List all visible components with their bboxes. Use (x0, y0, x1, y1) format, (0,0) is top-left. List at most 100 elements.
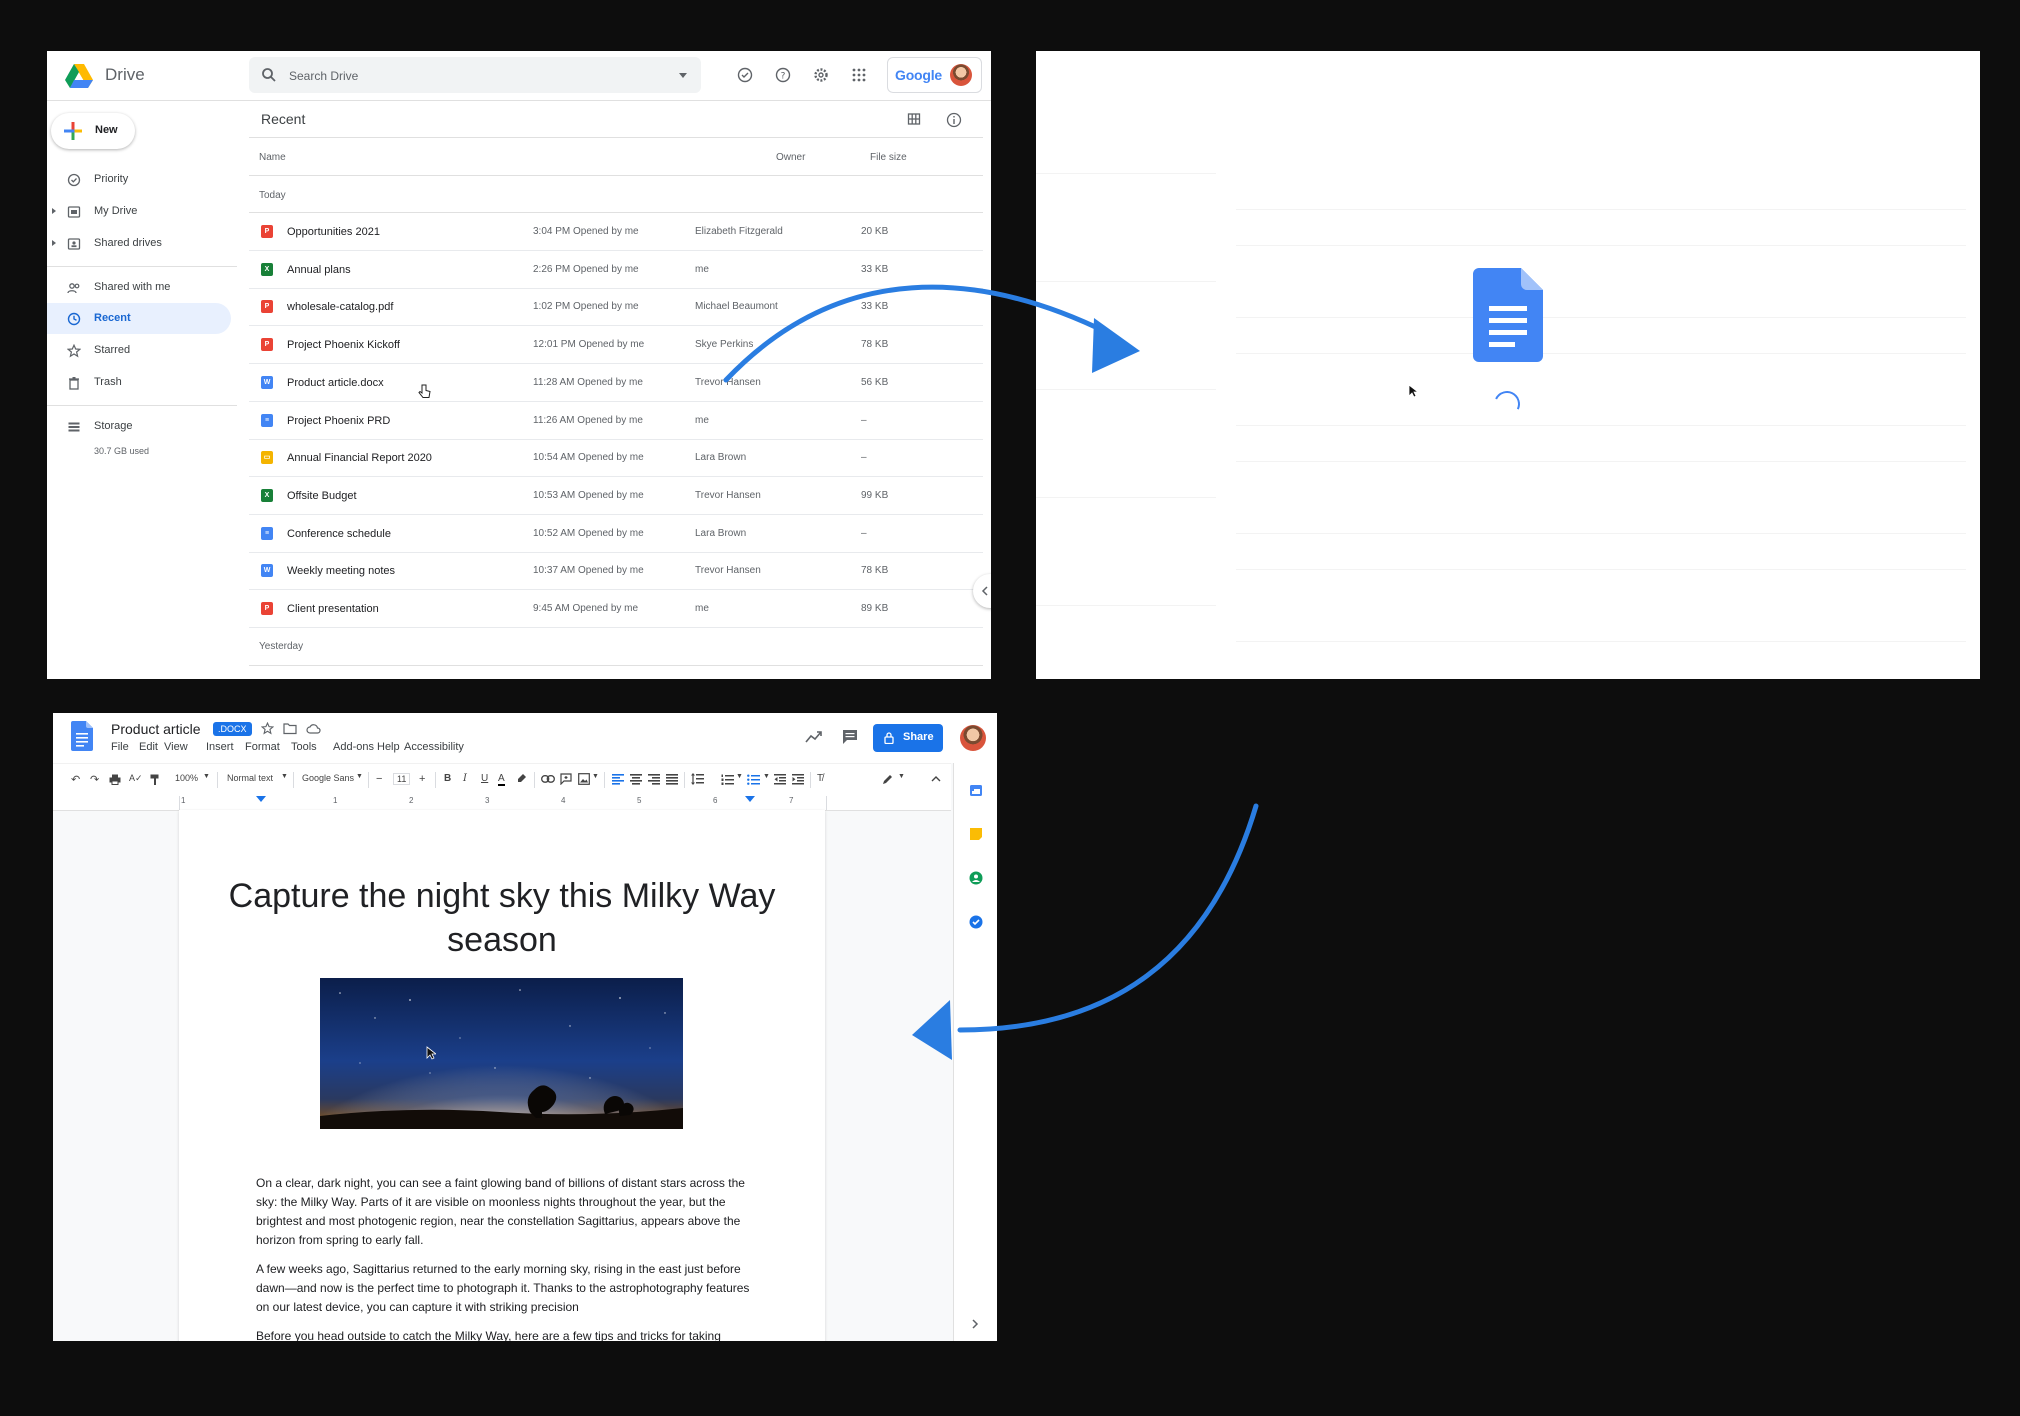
menu-item-format[interactable]: Format (245, 741, 280, 753)
undo-icon[interactable]: ↶ (71, 773, 80, 786)
justify-icon[interactable] (666, 774, 678, 785)
tasks-icon[interactable] (969, 915, 983, 929)
table-row[interactable]: ≡ Conference schedule 10:52 AM Opened by m… (249, 515, 983, 553)
milky-way-image[interactable] (320, 978, 683, 1129)
comments-icon[interactable] (842, 729, 858, 745)
increase-indent-icon[interactable] (792, 774, 804, 785)
menu-item-insert[interactable]: Insert (206, 741, 234, 753)
menu-item-view[interactable]: View (164, 741, 188, 753)
table-row[interactable]: X Annual plans 2:26 PM Opened by me me 33 KB (249, 251, 983, 289)
info-icon[interactable] (946, 112, 962, 128)
clear-formatting-icon[interactable]: T̸ (817, 773, 823, 784)
chevron-down-icon[interactable]: ▼ (592, 773, 599, 780)
body-paragraph[interactable]: On a clear, dark night, you can see a fa… (256, 1174, 756, 1250)
menu-item-accessibility[interactable]: Accessibility (404, 741, 464, 753)
star-icon[interactable] (261, 722, 274, 735)
chevron-right-icon[interactable] (971, 1318, 979, 1330)
sidebar-item-trash[interactable]: Trash (47, 367, 231, 398)
docs-logo-icon[interactable] (71, 721, 93, 751)
body-paragraph[interactable]: Before you head outside to catch the Mil… (256, 1327, 756, 1341)
paint-format-icon[interactable] (150, 774, 160, 786)
keep-notes-icon[interactable] (969, 827, 983, 841)
italic-icon[interactable]: I (463, 773, 467, 784)
right-indent-marker-icon[interactable] (745, 796, 755, 802)
chevron-down-icon[interactable]: ▼ (203, 773, 210, 780)
grid-view-icon[interactable] (907, 112, 921, 126)
add-comment-icon[interactable] (560, 773, 572, 785)
chevron-down-icon[interactable]: ▼ (898, 773, 905, 780)
sidebar-item-storage[interactable]: Storage (47, 411, 231, 442)
table-row[interactable]: W Weekly meeting notes 10:37 AM Opened by … (249, 552, 983, 591)
expand-caret-icon[interactable] (52, 240, 56, 246)
table-row[interactable]: ≡ Project Phoenix PRD 11:26 AM Opened by m… (249, 402, 983, 440)
bold-icon[interactable]: B (444, 773, 451, 784)
table-row[interactable]: P Client presentation 9:45 AM Opened by me… (249, 590, 983, 628)
activity-trend-icon[interactable] (805, 730, 823, 744)
table-row[interactable]: P Project Phoenix Kickoff 12:01 PM Opened … (249, 326, 983, 365)
table-row[interactable]: W Product article.docx 11:28 AM Opened by … (249, 364, 983, 402)
ready-offline-icon[interactable] (737, 67, 753, 83)
calendar-icon[interactable] (969, 783, 983, 797)
column-header-name[interactable]: Name (259, 152, 286, 163)
column-header-file-size[interactable]: File size (870, 152, 907, 163)
settings-gear-icon[interactable] (813, 67, 829, 83)
bulleted-list-icon[interactable] (747, 774, 760, 785)
align-center-icon[interactable] (630, 774, 642, 785)
document-page[interactable]: Capture the night sky this Milky Way sea… (179, 810, 825, 1341)
menu-item-add-ons[interactable]: Add-ons (333, 741, 374, 753)
insert-link-icon[interactable] (541, 775, 555, 783)
column-header-owner[interactable]: Owner (776, 152, 805, 163)
sidebar-item-starred[interactable]: Starred (47, 335, 231, 366)
underline-icon[interactable]: U (481, 773, 488, 784)
ruler[interactable]: 1 1 2 3 4 5 6 7 (53, 796, 951, 811)
align-left-icon[interactable] (612, 774, 624, 785)
body-paragraph[interactable]: A few weeks ago, Sagittarius returned to… (256, 1260, 756, 1317)
font-size-input[interactable]: 11 (393, 773, 411, 785)
table-row[interactable]: P Opportunities 2021 3:04 PM Opened by me E… (249, 213, 983, 251)
sidebar-item-my-drive[interactable]: My Drive (47, 196, 231, 227)
new-button[interactable]: New (51, 113, 135, 149)
increase-font-size-icon[interactable]: + (419, 773, 425, 785)
print-icon[interactable] (109, 774, 121, 785)
table-row[interactable]: Pwholesale-catalog.pdf 1:02 PM Opened by … (249, 288, 983, 327)
share-button[interactable]: Share (873, 724, 943, 752)
table-row[interactable]: ▭ Annual Financial Report 2020 10:54 AM Op… (249, 439, 983, 478)
contacts-icon[interactable] (969, 871, 983, 885)
menu-item-help[interactable]: Help (377, 741, 400, 753)
move-folder-icon[interactable] (283, 722, 297, 735)
highlight-icon[interactable] (517, 773, 527, 785)
sidebar-item-priority[interactable]: Priority (47, 164, 231, 195)
menu-item-edit[interactable]: Edit (139, 741, 158, 753)
text-color-icon[interactable]: A (498, 773, 505, 786)
sidebar-item-shared-drives[interactable]: Shared drives (47, 228, 231, 259)
spellcheck-icon[interactable]: A✓ (129, 773, 143, 784)
align-right-icon[interactable] (648, 774, 660, 785)
insert-image-icon[interactable] (578, 773, 590, 785)
font-select[interactable]: Google Sans (302, 773, 354, 783)
help-icon[interactable]: ? (775, 67, 791, 83)
left-indent-marker-icon[interactable] (256, 796, 266, 802)
decrease-indent-icon[interactable] (774, 774, 786, 785)
chevron-down-icon[interactable]: ▼ (736, 773, 743, 780)
expand-caret-icon[interactable] (52, 208, 56, 214)
search-options-icon[interactable] (679, 73, 687, 78)
document-title[interactable]: Product article (111, 721, 200, 737)
zoom-select[interactable]: 100% (175, 773, 198, 783)
document-heading[interactable]: Capture the night sky this Milky Way sea… (179, 874, 825, 962)
avatar[interactable] (960, 725, 986, 751)
chevron-up-icon[interactable] (931, 775, 941, 782)
apps-grid-icon[interactable] (851, 67, 867, 83)
numbered-list-icon[interactable] (721, 774, 734, 785)
chevron-down-icon[interactable]: ▼ (763, 773, 770, 780)
account-switcher[interactable]: Google (887, 57, 982, 93)
paragraph-style-select[interactable]: Normal text (227, 773, 273, 783)
sidebar-item-shared-with-me[interactable]: Shared with me (47, 272, 231, 303)
sidebar-item-recent[interactable]: Recent (47, 303, 231, 334)
drive-logo-icon[interactable] (65, 64, 93, 88)
cloud-status-icon[interactable] (306, 722, 321, 735)
menu-item-file[interactable]: File (111, 741, 129, 753)
menu-item-tools[interactable]: Tools (291, 741, 317, 753)
line-spacing-icon[interactable] (691, 773, 704, 785)
chevron-down-icon[interactable]: ▼ (356, 773, 363, 780)
table-row[interactable]: X Offsite Budget 10:53 AM Opened by me Trev… (249, 477, 983, 515)
